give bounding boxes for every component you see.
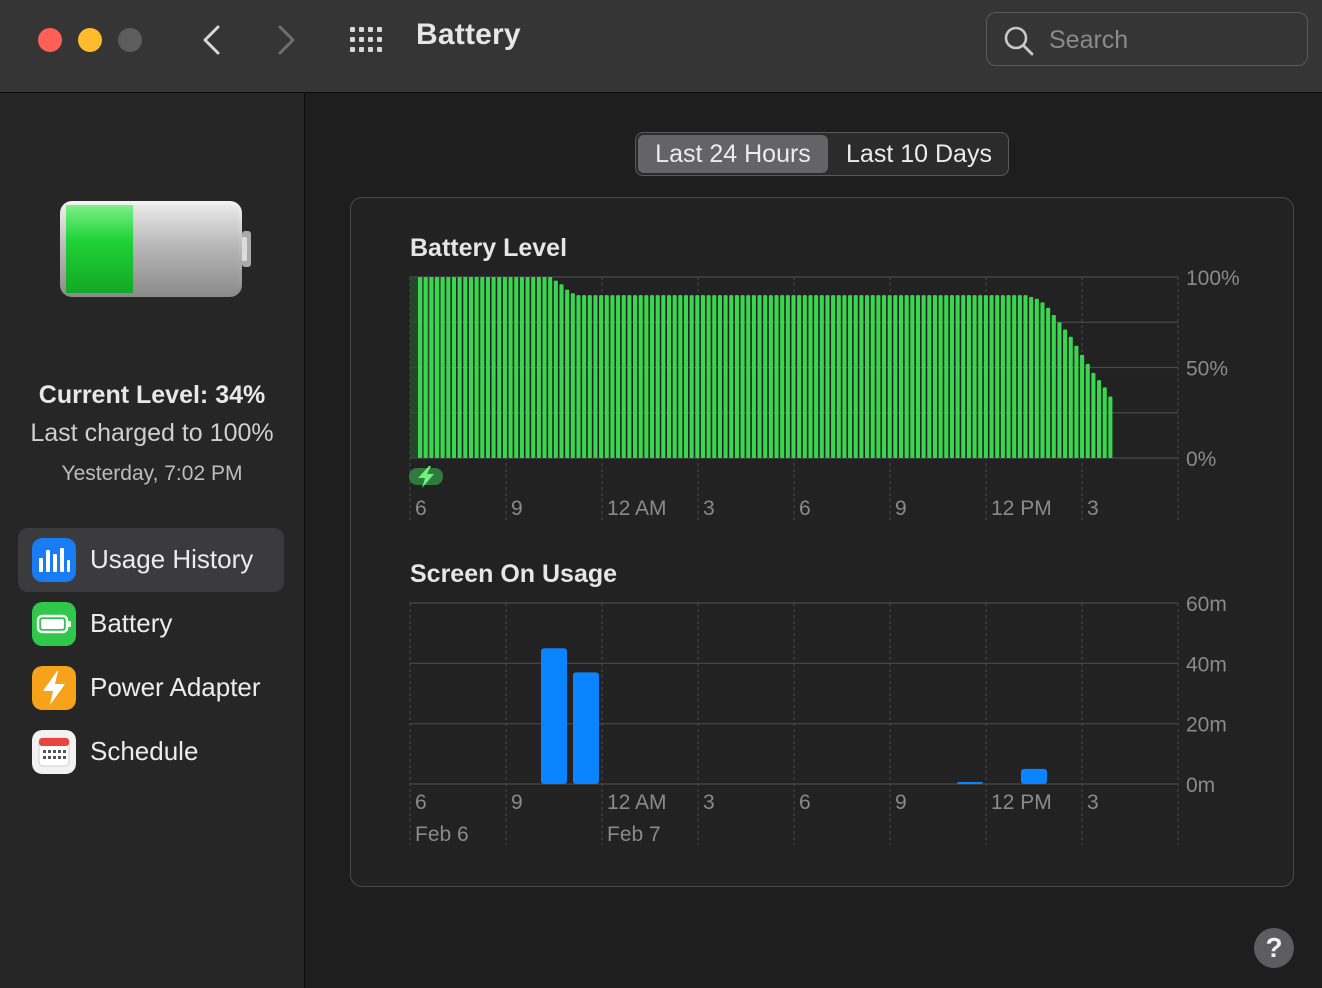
show-all-button[interactable] [348,24,388,56]
range-selector: Last 24 Hours Last 10 Days [635,132,1009,176]
usage-history-icon [32,538,76,582]
grid-icon [350,27,382,52]
search-icon [1004,26,1034,56]
forward-button[interactable] [266,20,306,60]
chevron-right-icon [278,25,295,55]
title-bar: Battery [0,0,1322,93]
last-charged-time: Yesterday, 7:02 PM [61,462,243,485]
zoom-window-button[interactable] [118,28,142,52]
sidebar-item-schedule[interactable]: Schedule [18,720,284,784]
help-button[interactable]: ? [1254,928,1294,968]
power-adapter-icon [32,666,76,710]
minimize-window-button[interactable] [78,28,102,52]
search-field[interactable] [986,12,1308,66]
sidebar-item-label: Battery [90,608,173,638]
sidebar-item-battery[interactable]: Battery [18,592,284,656]
sidebar-item-power-adapter[interactable]: Power Adapter [18,656,284,720]
battery-level-icon [60,201,251,297]
sidebar-item-label: Schedule [90,736,199,766]
current-level: Current Level: 34% [38,381,266,409]
sidebar-item-label: Usage History [90,544,254,574]
last-charged-text: Last charged to 100% [30,419,274,447]
battery-level-title: Battery Level [410,234,568,262]
sidebar-item-label: Power Adapter [90,672,261,702]
battery-icon [32,602,76,646]
tab-last-24-hours[interactable]: Last 24 Hours [638,135,828,173]
window-title: Battery [416,18,521,51]
chevron-left-icon [203,25,220,55]
search-input[interactable] [1047,23,1291,57]
screen-usage-title: Screen On Usage [410,560,618,588]
sidebar-item-usage-history[interactable]: Usage History [18,528,284,592]
close-window-button[interactable] [38,28,62,52]
charts-panel [350,197,1294,887]
sidebar: Current Level: 34% Last charged to 100% … [0,93,305,988]
tab-last-10-days[interactable]: Last 10 Days [832,135,1006,173]
back-button[interactable] [192,20,232,60]
calendar-icon [32,730,76,774]
